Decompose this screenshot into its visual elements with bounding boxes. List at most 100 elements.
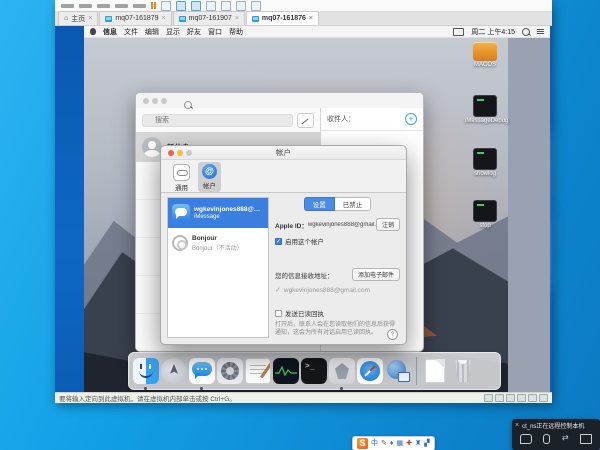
add-recipient-icon[interactable]: + [405, 113, 417, 125]
toolbar-item-accounts[interactable]: 帐户 [198, 162, 221, 192]
dock-icon-system-preferences[interactable] [217, 358, 243, 384]
dock-icon-documents[interactable] [422, 358, 448, 384]
dock-icon-utility[interactable] [329, 358, 355, 384]
cutoff-menu-fragment [97, 4, 110, 8]
microphone-icon[interactable] [543, 434, 550, 444]
vm-console-view-icon[interactable] [221, 1, 231, 11]
dock-icon-terminal[interactable]: >_ [301, 358, 327, 384]
tab-close-icon[interactable]: × [309, 15, 313, 22]
close-button[interactable] [143, 98, 149, 104]
tab-settings[interactable]: 设置 [304, 197, 335, 211]
vm-snapshot-icon[interactable] [176, 1, 186, 11]
hard-disk-status-icon[interactable] [484, 394, 493, 402]
desktop-icon-macos-drive[interactable]: MACOS [465, 42, 505, 68]
account-item-bonjour[interactable]: Bonjour Bonjour（不活动） [168, 228, 268, 258]
menu-edit[interactable]: 编辑 [145, 27, 159, 37]
dock-icon-textedit[interactable] [245, 358, 271, 384]
desktop-icon-imessagedebug[interactable]: iMessageDebug [465, 95, 505, 124]
tab-close-icon[interactable]: × [88, 15, 92, 22]
trash-icon [454, 360, 472, 382]
switch-icon[interactable]: ⇄ [562, 434, 569, 444]
usb-status-icon[interactable] [528, 394, 537, 402]
general-icon [173, 164, 190, 181]
keyboard-icon[interactable]: ▦ [396, 439, 403, 448]
chinese-mode-icon[interactable]: 中 [371, 439, 378, 448]
tab-close-icon[interactable]: × [235, 15, 239, 22]
apple-logo-icon[interactable] [90, 28, 96, 35]
read-receipts-label: 发送已读回执 [285, 308, 324, 318]
close-button[interactable] [168, 150, 174, 156]
grid-icon[interactable]: ▞ [424, 439, 429, 448]
network-status-icon[interactable] [506, 394, 515, 402]
menu-help[interactable]: 帮助 [229, 27, 243, 37]
vm-tab-bar: ⌂ 主页 × mq07-161879 × mq07-161907 × mq07-… [55, 12, 552, 26]
chat-icon[interactable] [520, 434, 532, 444]
skin-brush-icon[interactable]: ✚ [406, 439, 412, 448]
tab-vm-161879[interactable]: mq07-161879 × [99, 11, 171, 25]
desktop-icon-stop[interactable]: stop [465, 200, 505, 229]
read-receipts-checkbox[interactable] [275, 310, 282, 317]
utility-icon [329, 358, 355, 384]
minimize-button[interactable] [152, 98, 158, 104]
dock-icon-messages[interactable] [189, 358, 215, 384]
search-icon [184, 101, 192, 109]
menu-bar-clock[interactable]: 周二 上午4:15 [471, 27, 515, 37]
enable-account-checkbox[interactable] [275, 238, 282, 245]
vm-pause-icon[interactable] [151, 2, 156, 9]
menu-window[interactable]: 窗口 [208, 27, 222, 37]
monitor-icon[interactable] [580, 434, 592, 444]
dock-separator [416, 357, 417, 385]
toolbar-item-general[interactable]: 通用 [169, 162, 194, 194]
vm-status-bar: 要将输入定向到此虚拟机，请在虚拟机内部单击或按 Ctrl+G。 [55, 392, 552, 403]
terminal-script-icon [473, 95, 497, 117]
sogou-logo-icon[interactable]: S [357, 438, 368, 449]
zoom-button[interactable] [161, 98, 167, 104]
cutoff-menu-fragment [79, 4, 92, 8]
spotlight-search-icon[interactable] [522, 28, 530, 36]
search-input[interactable] [142, 114, 293, 127]
cdrom-status-icon[interactable] [495, 394, 504, 402]
vm-fullscreen-icon[interactable] [206, 1, 216, 11]
desktop-icon-showlog[interactable]: showlog [465, 148, 505, 177]
close-icon[interactable]: × [515, 422, 519, 429]
display-status-icon[interactable] [453, 28, 464, 36]
accounts-titlebar[interactable]: 帐户 [161, 146, 406, 160]
display-status-icon[interactable] [539, 394, 548, 402]
pen-icon[interactable]: ✎ [381, 439, 387, 448]
dock-icon-trash[interactable] [450, 358, 476, 384]
messages-titlebar[interactable] [136, 93, 423, 109]
dock-icon-screen-sharing[interactable] [385, 358, 411, 384]
menu-view[interactable]: 显示 [166, 27, 180, 37]
vm-library-icon[interactable] [236, 1, 246, 11]
menu-buddies[interactable]: 好友 [187, 27, 201, 37]
tab-close-icon[interactable]: × [162, 15, 166, 22]
account-item-imessage[interactable]: wgkevinjones888@… iMessage [168, 198, 268, 228]
zoom-button[interactable] [186, 150, 192, 156]
dock-icon-launchpad[interactable] [161, 358, 187, 384]
tab-blocked[interactable]: 已禁止 [335, 197, 372, 211]
toolbox-icon[interactable]: ♜ [415, 439, 421, 448]
sign-out-button[interactable]: 注销 [376, 218, 400, 231]
account-detail-panel: 设置 已禁止 Apple ID： wgkevinjones888@gmail.c… [275, 193, 400, 344]
compose-button[interactable] [297, 113, 314, 128]
notification-center-icon[interactable] [537, 29, 544, 34]
vm-power-icon[interactable] [161, 1, 171, 11]
dock-icon-activity-monitor[interactable] [273, 358, 299, 384]
remote-control-banner: × ct_ns正在远程控制本机 ⇄ [512, 419, 600, 450]
tab-vm-161907[interactable]: mq07-161907 × [173, 11, 245, 25]
dock-icon-safari[interactable] [357, 358, 383, 384]
menu-messages[interactable]: 信息 [103, 27, 117, 37]
terminal-icon: >_ [301, 358, 327, 384]
tab-home[interactable]: ⌂ 主页 × [58, 11, 98, 25]
mic-icon[interactable]: ♦ [390, 439, 394, 448]
sound-status-icon[interactable] [517, 394, 526, 402]
dock-icon-finder[interactable] [133, 358, 159, 384]
tab-vm-161876-active[interactable]: mq07-161876 × [246, 11, 319, 25]
vm-revert-icon[interactable] [191, 1, 201, 11]
menu-file[interactable]: 文件 [124, 27, 138, 37]
windows-desktop: ⌂ 主页 × mq07-161879 × mq07-161907 × mq07-… [0, 0, 600, 450]
minimize-button[interactable] [177, 150, 183, 156]
add-email-button[interactable]: 添加电子邮件 [352, 268, 400, 281]
vm-unity-icon[interactable] [251, 1, 261, 11]
help-button[interactable]: ? [387, 329, 398, 340]
